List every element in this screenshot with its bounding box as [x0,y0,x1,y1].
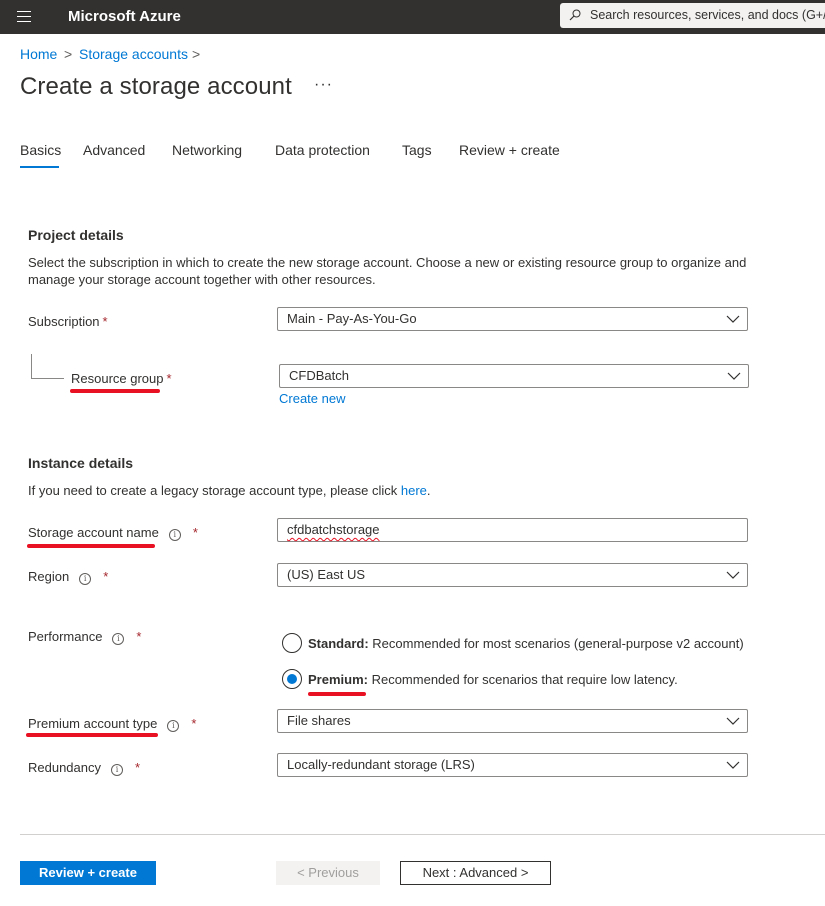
info-icon[interactable]: i [112,633,125,645]
premium-account-type-value: File shares [287,713,351,728]
breadcrumb-separator: > [192,46,201,62]
region-select[interactable]: (US) East US [277,563,748,587]
standard-description: Recommended for most scenarios (general-… [368,636,744,651]
storage-account-name-value: cfdbatchstorage [287,522,380,537]
premium-title: Premium: [308,672,368,687]
tab-networking[interactable]: Networking [172,141,242,159]
tree-connector [31,354,32,378]
next-advanced-button[interactable]: Next : Advanced > [400,861,551,885]
breadcrumb-separator: > [64,46,73,62]
search-placeholder: Search resources, services, and docs (G+… [590,8,825,22]
required-asterisk: * [192,525,198,540]
brand-title[interactable]: Microsoft Azure [68,7,181,27]
breadcrumb-storage-accounts[interactable]: Storage accounts [79,45,188,63]
tab-tags[interactable]: Tags [402,141,432,159]
performance-standard-option[interactable]: Standard: Recommended for most scenarios… [308,635,744,653]
global-search-input[interactable]: Search resources, services, and docs (G+… [560,3,825,28]
legacy-period: . [426,483,431,498]
hamburger-menu-icon[interactable] [17,11,31,22]
breadcrumb-home[interactable]: Home [20,45,57,63]
region-label: Region i * [28,568,108,586]
info-icon[interactable]: i [168,529,181,541]
premium-account-type-select[interactable]: File shares [277,709,748,733]
chevron-down-icon [726,315,740,323]
redundancy-select[interactable]: Locally-redundant storage (LRS) [277,753,748,777]
redundancy-value: Locally-redundant storage (LRS) [287,757,475,772]
resource-group-label-text: Resource group [71,371,164,386]
resource-group-select[interactable]: CFDBatch [279,364,749,388]
tab-data-protection[interactable]: Data protection [275,141,370,159]
performance-label: Performance i * [28,628,141,646]
project-description-line-2: manage your storage account together wit… [28,272,376,287]
redundancy-label: Redundancy i * [28,759,140,777]
project-details-heading: Project details [28,227,124,243]
premium-description: Recommended for scenarios that require l… [367,672,678,687]
required-asterisk: * [135,760,141,775]
region-value: (US) East US [287,567,366,582]
required-asterisk: * [102,314,108,329]
review-create-button[interactable]: Review + create [20,861,156,885]
chevron-down-icon [726,717,740,725]
create-new-resource-group-link[interactable]: Create new [279,390,345,408]
performance-premium-radio[interactable] [282,669,302,689]
legacy-text: If you need to create a legacy storage a… [28,483,401,498]
subscription-label: Subscription * [28,313,108,331]
previous-button[interactable]: < Previous [276,861,380,885]
required-asterisk: * [103,569,109,584]
annotation-underline [70,389,160,393]
redundancy-label-text: Redundancy [28,760,101,775]
more-options-button[interactable]: ··· [314,75,333,95]
subscription-label-text: Subscription [28,314,100,329]
storage-account-name-input[interactable]: cfdbatchstorage [277,518,748,542]
project-description-line-1: Select the subscription in which to crea… [28,255,747,270]
info-icon[interactable]: i [167,720,180,732]
subscription-value: Main - Pay-As-You-Go [287,311,417,326]
footer-divider [20,834,825,835]
annotation-underline [26,733,158,737]
premium-account-type-label: Premium account type i * [28,715,196,733]
annotation-underline [308,692,366,696]
resource-group-label: Resource group * [71,370,172,388]
chevron-down-icon [726,571,740,579]
resource-group-value: CFDBatch [289,368,349,383]
active-tab-indicator [20,166,59,168]
info-icon[interactable]: i [79,573,92,585]
storage-account-name-label: Storage account name i * [28,524,198,542]
subscription-select[interactable]: Main - Pay-As-You-Go [277,307,748,331]
region-label-text: Region [28,569,70,584]
chevron-down-icon [727,372,741,380]
page-title: Create a storage account [20,73,292,100]
required-asterisk: * [166,371,172,386]
required-asterisk: * [136,629,142,644]
performance-standard-radio[interactable] [282,633,302,653]
storage-account-name-label-text: Storage account name [28,525,159,540]
standard-title: Standard: [308,636,369,651]
chevron-down-icon [726,761,740,769]
search-icon [569,9,581,21]
tab-review-create[interactable]: Review + create [459,141,560,159]
performance-premium-option[interactable]: Premium: Recommended for scenarios that … [308,671,678,689]
performance-label-text: Performance [28,629,103,644]
info-icon[interactable]: i [111,764,123,776]
tree-connector [31,378,64,379]
tab-advanced[interactable]: Advanced [83,141,145,159]
tab-basics[interactable]: Basics [20,141,61,159]
top-bar: Microsoft Azure Search resources, servic… [0,0,825,34]
required-asterisk: * [191,716,197,731]
premium-account-type-label-text: Premium account type [28,716,158,731]
legacy-here-link[interactable]: here [401,483,427,498]
annotation-underline [27,544,155,548]
legacy-account-text: If you need to create a legacy storage a… [28,482,431,500]
instance-details-heading: Instance details [28,455,134,471]
